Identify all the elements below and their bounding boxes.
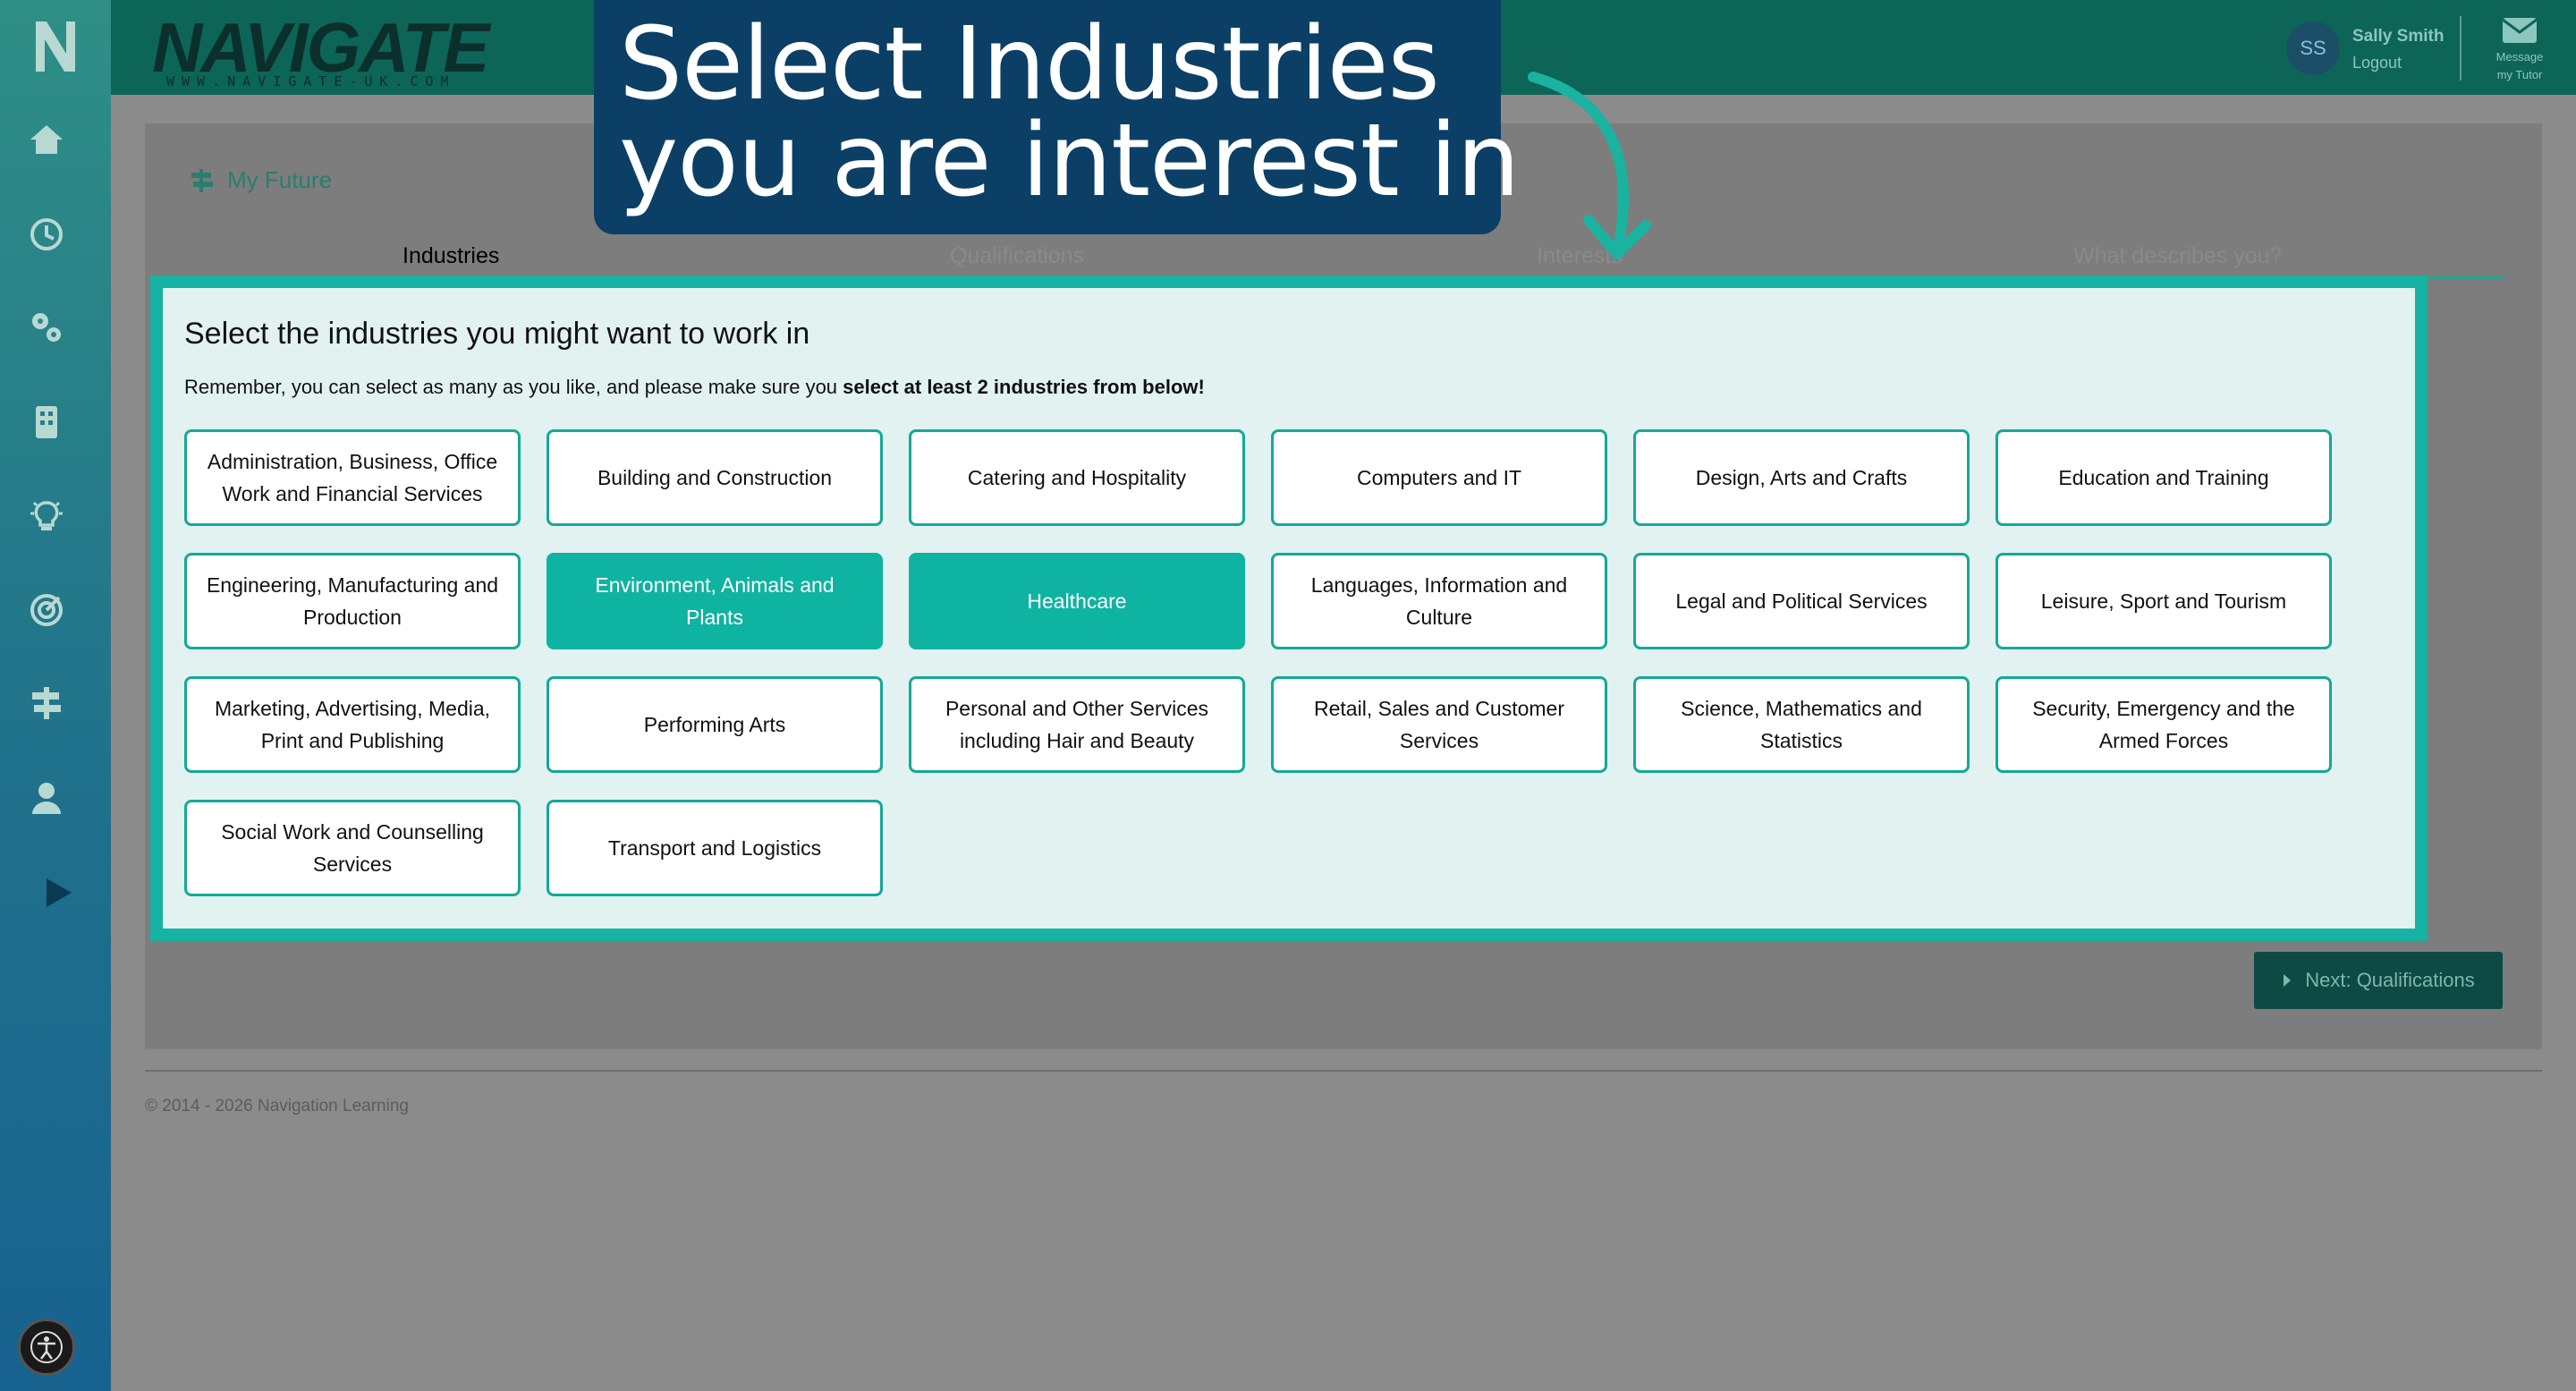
panel-note-bold: select at least 2 industries from below!: [843, 376, 1205, 398]
industry-option[interactable]: Social Work and Counselling Services: [184, 800, 521, 896]
message-label-line2: my Tutor: [2496, 68, 2543, 81]
building-icon[interactable]: [27, 403, 66, 442]
breadcrumb-label[interactable]: My Future: [227, 166, 332, 194]
industry-option[interactable]: Marketing, Advertising, Media, Print and…: [184, 676, 521, 773]
home-icon[interactable]: [27, 120, 66, 159]
logout-link[interactable]: Logout: [2352, 54, 2402, 72]
signpost-icon: [191, 168, 213, 192]
play-icon[interactable]: [38, 873, 77, 912]
message-tutor-label[interactable]: Message my Tutor: [2472, 48, 2567, 84]
top-divider: [2460, 16, 2462, 81]
industry-option[interactable]: Legal and Political Services: [1633, 553, 1970, 649]
clock-icon[interactable]: [27, 215, 66, 254]
industry-option[interactable]: Security, Emergency and the Armed Forces: [1996, 676, 2332, 773]
signpost-icon[interactable]: [27, 683, 66, 723]
message-label-line1: Message: [2496, 50, 2544, 64]
tab-qualifications[interactable]: Qualifications: [950, 243, 1084, 269]
industry-option[interactable]: Computers and IT: [1271, 429, 1607, 526]
callout-line1: Select Industries: [619, 6, 1440, 123]
user-name: Sally Smith: [2352, 27, 2445, 46]
industry-option[interactable]: Performing Arts: [547, 676, 883, 773]
industry-option[interactable]: Education and Training: [1996, 429, 2332, 526]
industry-option[interactable]: Administration, Business, Office Work an…: [184, 429, 521, 526]
panel-note: Remember, you can select as many as you …: [184, 376, 1205, 399]
industry-option[interactable]: Retail, Sales and Customer Services: [1271, 676, 1607, 773]
breadcrumb: My Future: [188, 166, 332, 194]
industry-option[interactable]: Engineering, Manufacturing and Productio…: [184, 553, 521, 649]
caret-right-icon: [2284, 974, 2292, 987]
callout-line2: you are interest in: [619, 103, 1520, 219]
industry-option[interactable]: Leisure, Sport and Tourism: [1996, 553, 2332, 649]
industry-option[interactable]: Healthcare: [909, 553, 1245, 649]
tab-what-describes-you[interactable]: What describes you?: [2073, 243, 2282, 269]
brand-url: WWW.NAVIGATE-UK.COM: [166, 73, 456, 89]
sidebar: [0, 0, 111, 1391]
brand-logo[interactable]: NAVIGATE WWW.NAVIGATE-UK.COM: [120, 5, 496, 91]
industry-option[interactable]: Personal and Other Services including Ha…: [909, 676, 1245, 773]
footer-divider: [145, 1070, 2542, 1072]
tab-industries[interactable]: Industries: [402, 243, 499, 269]
copyright: © 2014 - 2026 Navigation Learning: [145, 1097, 409, 1115]
next-button-label: Next: Qualifications: [2305, 969, 2475, 991]
industry-option[interactable]: Building and Construction: [547, 429, 883, 526]
avatar[interactable]: SS: [2286, 21, 2340, 75]
industry-option[interactable]: Transport and Logistics: [547, 800, 883, 896]
panel-title: Select the industries you might want to …: [184, 317, 810, 351]
panel-note-text: Remember, you can select as many as you …: [184, 376, 843, 398]
envelope-icon[interactable]: [2501, 16, 2538, 45]
industry-option[interactable]: Catering and Hospitality: [909, 429, 1245, 526]
callout-text: Select Industries you are interest in: [619, 6, 1520, 219]
industry-option[interactable]: Environment, Animals and Plants: [547, 553, 883, 649]
industry-option[interactable]: Design, Arts and Crafts: [1633, 429, 1970, 526]
navigate-logo-icon[interactable]: [27, 16, 84, 77]
target-icon[interactable]: [27, 590, 66, 630]
curved-arrow-icon: [1528, 72, 1651, 259]
user-icon[interactable]: [27, 778, 66, 818]
industry-option[interactable]: Science, Mathematics and Statistics: [1633, 676, 1970, 773]
lightbulb-icon[interactable]: [27, 496, 66, 535]
next-qualifications-button[interactable]: Next: Qualifications: [2254, 952, 2503, 1009]
accessibility-icon[interactable]: [18, 1319, 75, 1376]
gears-icon[interactable]: [27, 308, 66, 347]
industry-option[interactable]: Languages, Information and Culture: [1271, 553, 1607, 649]
